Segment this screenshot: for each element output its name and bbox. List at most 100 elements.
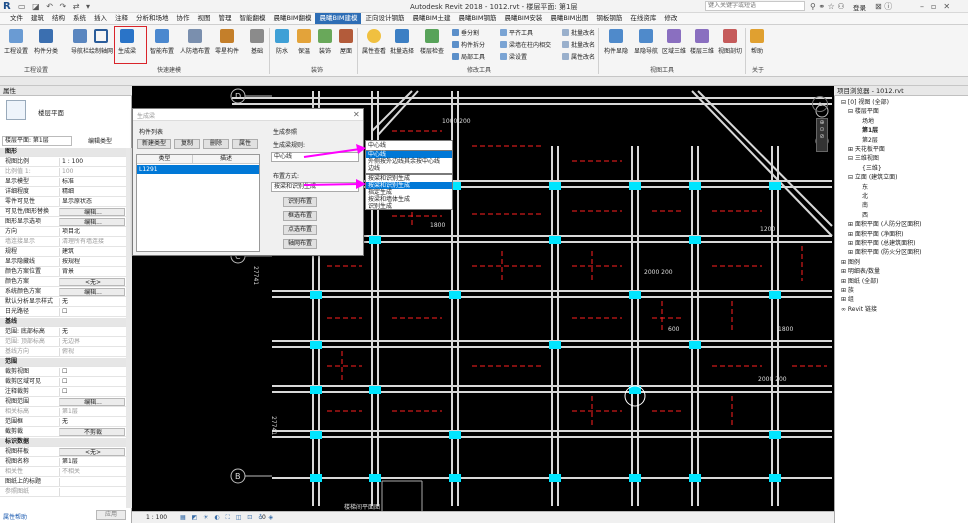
property-value[interactable]: 建筑 xyxy=(59,248,125,256)
scale-value[interactable]: 1 : 100 xyxy=(146,512,167,523)
component-split-button[interactable]: 构件拆分 xyxy=(452,40,485,49)
roof-button[interactable]: 屋面 xyxy=(339,27,353,63)
help-button[interactable]: 帮助 xyxy=(750,27,764,63)
tree-node[interactable]: ⊞ 图纸 (全部) xyxy=(841,278,879,286)
component-visibility-button[interactable]: 构件显隐 xyxy=(604,27,628,63)
smart-layout-button[interactable]: 智能布置 xyxy=(150,27,174,63)
revit-logo-icon[interactable]: R xyxy=(3,1,14,12)
menu-item[interactable]: 修改 xyxy=(660,13,681,24)
nav-bar-button[interactable]: 导航栏 xyxy=(71,27,89,63)
property-edit-button[interactable]: 编辑... xyxy=(59,218,125,226)
menu-item[interactable]: 晨曦BIM钢筋 xyxy=(454,13,500,24)
tree-node[interactable]: ⊟ [0] 视图 (全部) xyxy=(841,99,889,107)
tree-node[interactable]: ⊞ 族 xyxy=(841,287,854,295)
table-row-desc[interactable] xyxy=(193,165,259,174)
tree-node[interactable]: ⊟ 立面 (建筑立面) xyxy=(848,174,898,182)
insulation-button[interactable]: 保温 xyxy=(297,27,311,63)
property-edit-button[interactable]: 编辑... xyxy=(59,398,125,406)
civil-defense-wall-button[interactable]: 人防墙布置 xyxy=(180,27,210,63)
mode-option[interactable]: 按梁和识别生成 xyxy=(366,182,452,189)
property-value[interactable]: ☐ xyxy=(59,388,125,396)
draw-grid-button[interactable]: 绘制轴网 xyxy=(89,27,113,63)
align-tool-button[interactable]: 平齐工具 xyxy=(500,28,533,37)
property-section[interactable]: 标识数据 xyxy=(0,438,126,447)
mode-option[interactable]: 识别生成 xyxy=(366,203,452,210)
tree-node[interactable]: ⊞ 面积平面 (净面积) xyxy=(848,231,904,239)
search-input[interactable]: 键入关键字或短语 xyxy=(705,1,805,11)
tree-node[interactable]: ⊞ 图例 xyxy=(841,259,860,267)
property-edit-button[interactable]: <无> xyxy=(59,278,125,286)
tree-node[interactable]: ⊞ 天花板平面 xyxy=(848,146,885,154)
mode-option[interactable]: 按梁和墙体生成 xyxy=(366,196,452,203)
menu-item[interactable]: 分析和场地 xyxy=(132,13,173,24)
menu-item[interactable]: 系统 xyxy=(69,13,90,24)
floor-check-button[interactable]: 楼层检查 xyxy=(420,27,444,63)
tree-node[interactable]: 北 xyxy=(862,193,868,201)
tree-node[interactable]: 第1层 xyxy=(862,127,878,135)
tree-node[interactable]: ∞ Revit 链接 xyxy=(841,306,877,314)
quick-access-icons[interactable]: ▭ ◪ ↶ ↷ ⇄ ▾ xyxy=(18,2,92,11)
split-button[interactable]: 垂分割 xyxy=(452,28,479,37)
sign-in[interactable]: 登录 xyxy=(853,2,866,12)
beam-settings-button[interactable]: 梁设置 xyxy=(500,52,527,61)
tree-node[interactable]: ⊞ 面积平面 (防火分区面积) xyxy=(848,249,922,257)
properties-help-link[interactable]: 属性帮助 xyxy=(3,512,27,521)
view-selector[interactable]: 楼层平面: 第1层 xyxy=(2,136,72,146)
tree-node[interactable]: ⊞ 组 xyxy=(841,296,854,304)
menu-item[interactable]: 正向设计钢筋 xyxy=(361,13,408,24)
component-category-button[interactable]: 构件分类 xyxy=(34,27,58,63)
property-section[interactable]: 图形 xyxy=(0,148,126,157)
property-rename-button[interactable]: 属性改名 xyxy=(562,52,595,61)
region-3d-button[interactable]: 区域三维 xyxy=(662,27,686,63)
menu-item[interactable]: 结构 xyxy=(48,13,69,24)
window-controls[interactable]: –▫✕ xyxy=(920,1,957,12)
menu-item[interactable]: 晨曦BIM翻模 xyxy=(270,13,316,24)
table-row[interactable]: L1291 xyxy=(137,165,193,174)
property-value[interactable] xyxy=(59,478,125,486)
tree-node[interactable]: ⊞ 明细表/数量 xyxy=(841,268,880,276)
property-value[interactable]: 标准 xyxy=(59,178,125,186)
property-value[interactable]: ☐ xyxy=(59,378,125,386)
rule-option[interactable]: 边线 xyxy=(366,165,452,172)
property-edit-button[interactable]: 编辑... xyxy=(59,288,125,296)
menu-item[interactable]: 注释 xyxy=(111,13,132,24)
visibility-nav-button[interactable]: 显隐导航 xyxy=(634,27,658,63)
property-value[interactable]: 无 xyxy=(59,328,125,336)
identify-layout-button[interactable]: 识别布置 xyxy=(283,197,317,207)
menu-item[interactable]: 视图 xyxy=(194,13,215,24)
apply-button[interactable]: 应用 xyxy=(96,510,126,520)
view-cube-icon[interactable]: ⌂ xyxy=(812,96,828,112)
menu-item[interactable]: 插入 xyxy=(90,13,111,24)
batch-rename-button[interactable]: 批量改名 xyxy=(562,28,595,37)
property-value[interactable]: ☐ xyxy=(59,308,125,316)
rule-option[interactable]: 外侧按外边线其余按中心线 xyxy=(366,158,452,165)
section-box-button[interactable]: 视图剖切 xyxy=(718,27,742,63)
beam-wall-intersect-button[interactable]: 梁墙在柱内相交 xyxy=(500,40,551,49)
help-search-icon[interactable]: ⚲ ⚭ ☆ ⚇ xyxy=(810,1,845,12)
copy-button[interactable]: 复制 xyxy=(174,139,200,149)
tree-node[interactable]: {三维} xyxy=(862,165,882,173)
tree-node[interactable]: ⊟ 楼层平面 xyxy=(848,108,879,116)
rule-option[interactable]: 中心线 xyxy=(366,151,452,158)
tree-node[interactable]: 西 xyxy=(862,212,868,220)
property-section[interactable]: 范围 xyxy=(0,358,126,367)
floor-3d-button[interactable]: 楼层三维 xyxy=(690,27,714,63)
local-tools-button[interactable]: 局部工具 xyxy=(452,52,485,61)
property-value[interactable]: 背景 xyxy=(59,268,125,276)
property-value[interactable]: 第1层 xyxy=(59,458,125,466)
foundation-button[interactable]: 基础 xyxy=(250,27,264,63)
property-value[interactable]: 1 : 100 xyxy=(59,158,125,166)
menu-item[interactable]: 管理 xyxy=(215,13,236,24)
tree-node[interactable]: 南 xyxy=(862,202,868,210)
property-value[interactable]: 无 xyxy=(59,418,125,426)
generate-beam-button[interactable]: 生成梁 xyxy=(118,27,136,63)
menu-item[interactable]: 钢板钢筋 xyxy=(592,13,626,24)
tree-node[interactable]: 第2层 xyxy=(862,137,878,145)
exchange-icon[interactable]: ⊠ ⓘ xyxy=(875,1,892,12)
tree-node[interactable]: ⊟ 三维视图 xyxy=(848,155,879,163)
menu-item[interactable]: 协作 xyxy=(173,13,194,24)
menu-item[interactable]: 智能翻模 xyxy=(236,13,270,24)
edit-type-button[interactable]: 编辑类型 xyxy=(88,136,112,145)
property-view-button[interactable]: 属性查看 xyxy=(362,27,386,63)
property-section[interactable]: 基线 xyxy=(0,318,126,327)
